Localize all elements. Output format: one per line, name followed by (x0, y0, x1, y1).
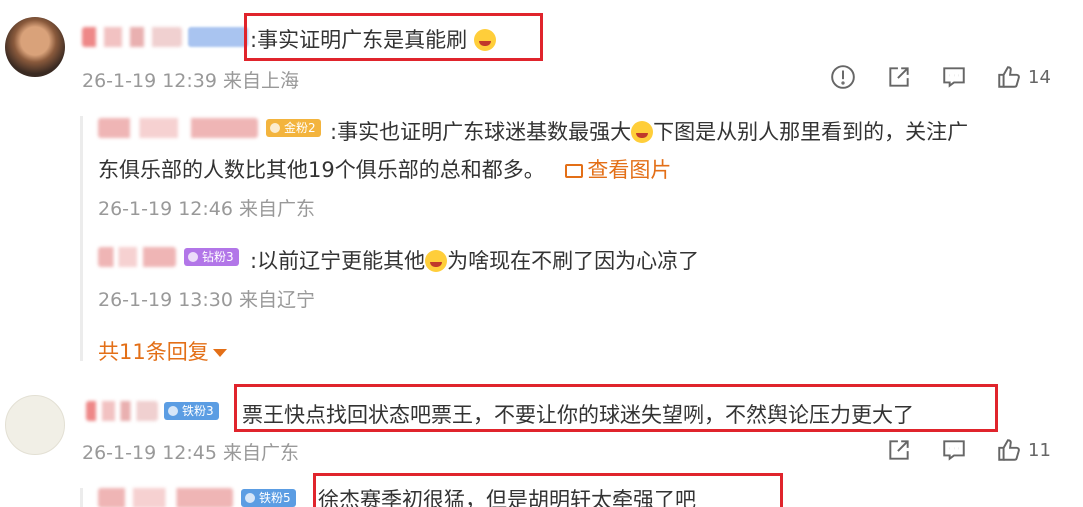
comment-3-username[interactable]: 铁粉5 (98, 488, 296, 507)
grin-emoji-icon (425, 250, 448, 272)
share-button[interactable] (886, 64, 912, 90)
highlight-box (313, 473, 783, 507)
comment-button[interactable] (941, 64, 967, 90)
fan-badge: 钻粉3 (184, 248, 239, 266)
like-button[interactable]: 14 (996, 64, 1051, 90)
reply-1-text-line1: :事实也证明广东球迷基数最强大 下图是从别人那里看到的，关注广 (330, 116, 968, 146)
comment-2-username[interactable]: 铁粉3 (86, 401, 219, 421)
caret-down-icon (212, 349, 227, 357)
username-blurred (82, 27, 182, 47)
view-image-link[interactable]: 查看图片 (565, 158, 671, 182)
share-button[interactable] (886, 437, 912, 463)
comment-2-meta: 26-1-19 12:45 来自广东 (82, 442, 299, 464)
vip-badge (188, 27, 248, 47)
comment-1-username[interactable] (82, 27, 248, 47)
reply-divider (80, 116, 83, 361)
like-icon (998, 439, 1020, 461)
report-icon (831, 65, 855, 89)
reply-1-text-line2: 东俱乐部的人数比其他19个俱乐部的总和都多。 查看图片 (98, 154, 671, 184)
reply-2-meta: 26-1-19 13:30 来自辽宁 (98, 289, 315, 311)
username-blurred (86, 401, 158, 421)
report-button[interactable] (830, 64, 856, 90)
fan-badge: 铁粉3 (164, 402, 219, 420)
reply-text: :以前辽宁更能其他 (250, 249, 426, 273)
reply-1-username[interactable]: 金粉2 (98, 118, 321, 138)
highlight-box (244, 13, 543, 61)
reply-1-meta: 26-1-19 12:46 来自广东 (98, 198, 315, 220)
share-icon (889, 67, 909, 87)
image-icon (565, 164, 584, 178)
like-count: 11 (1028, 439, 1051, 461)
more-replies-label: 共11条回复 (98, 340, 209, 364)
tongue-emoji-icon (631, 121, 654, 143)
avatar[interactable] (5, 17, 65, 77)
reply-divider (80, 488, 83, 507)
reply-text: 下图是从别人那里看到的，关注广 (653, 120, 969, 144)
username-blurred (98, 118, 258, 138)
more-replies-link[interactable]: 共11条回复 (98, 336, 227, 366)
share-icon (889, 440, 909, 460)
comment-icon (943, 440, 965, 461)
fan-badge: 金粉2 (266, 119, 321, 137)
reply-2-username[interactable]: 钻粉3 (98, 247, 239, 267)
username-blurred (98, 488, 233, 507)
like-button[interactable]: 11 (996, 437, 1051, 463)
reply-text: :事实也证明广东球迷基数最强大 (330, 120, 632, 144)
like-icon (998, 66, 1020, 88)
like-count: 14 (1028, 66, 1051, 88)
fan-badge: 铁粉5 (241, 489, 296, 507)
comment-1-meta: 26-1-19 12:39 来自上海 (82, 70, 299, 92)
comment-button[interactable] (941, 437, 967, 463)
reply-text: 为啥现在不刷了因为心凉了 (447, 249, 700, 273)
avatar[interactable] (5, 395, 65, 455)
reply-text: 东俱乐部的人数比其他19个俱乐部的总和都多。 (98, 158, 545, 182)
comment-icon (943, 67, 965, 88)
view-image-label: 查看图片 (587, 158, 672, 182)
username-blurred (98, 247, 176, 267)
reply-2-text: :以前辽宁更能其他 为啥现在不刷了因为心凉了 (250, 245, 699, 275)
highlight-box (234, 384, 998, 432)
